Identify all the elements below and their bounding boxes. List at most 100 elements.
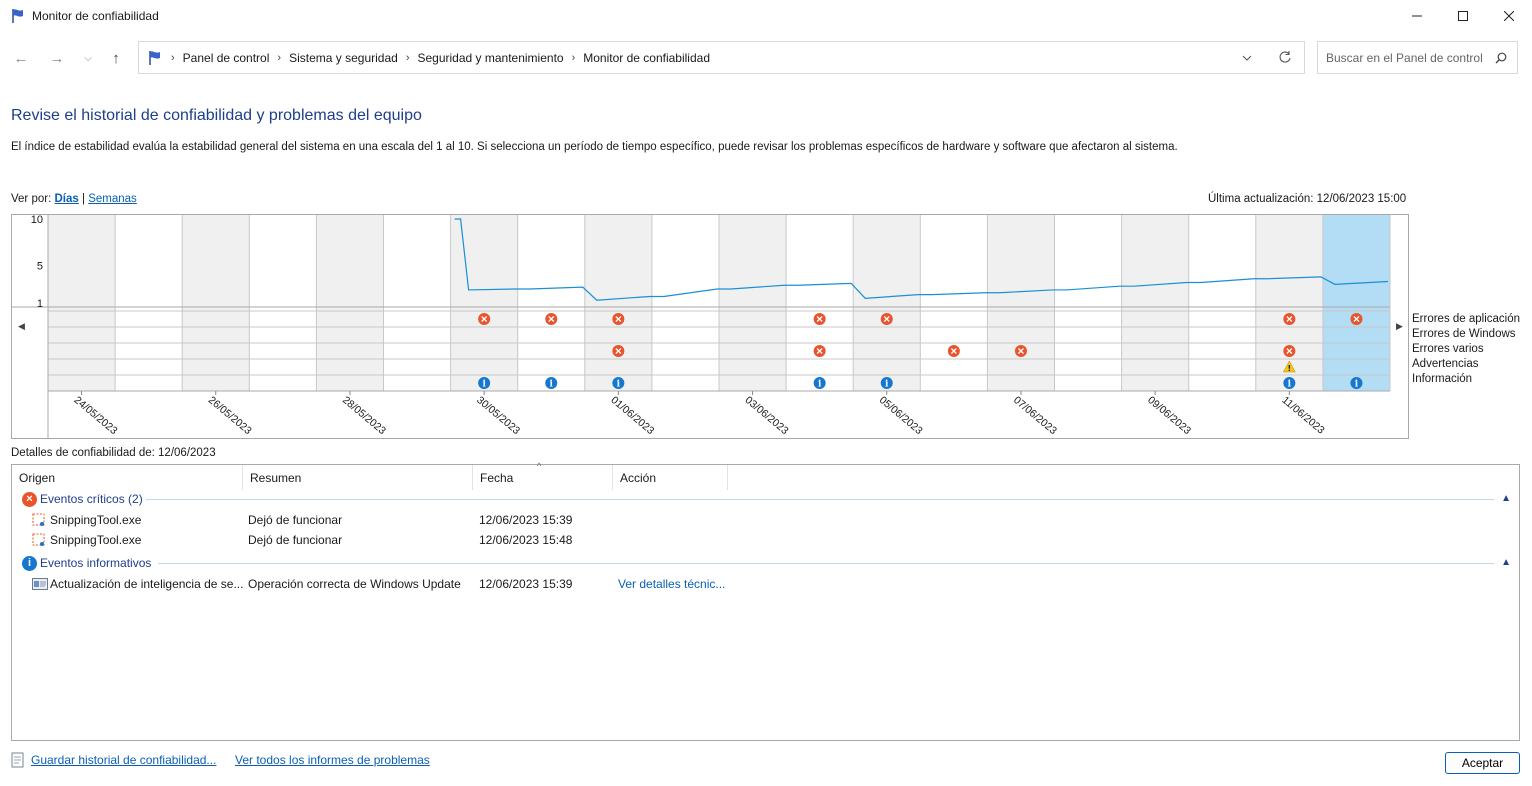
info-mark: i	[818, 380, 822, 390]
minimize-icon	[1412, 15, 1422, 16]
day-column	[48, 215, 116, 391]
breadcrumb-control-panel[interactable]: Panel de control	[183, 51, 270, 65]
scroll-left-icon[interactable]: ◀	[18, 322, 25, 332]
x-tick-label: 11/06/2023	[1279, 394, 1326, 437]
group-informative-title: Eventos informativos	[40, 556, 152, 570]
breadcrumb-security-maintenance[interactable]: Seguridad y mantenimiento	[417, 51, 563, 65]
maximize-icon	[1458, 10, 1468, 21]
view-by-label: Ver por:	[11, 193, 52, 205]
info-mark: i	[617, 380, 621, 390]
breadcrumb-separator[interactable]: ›	[572, 52, 576, 64]
day-column	[249, 215, 317, 391]
snipping-tool-icon	[32, 513, 47, 531]
page-heading: Revise el historial de confiabilidad y p…	[11, 107, 422, 124]
day-column	[719, 215, 787, 391]
day-column	[316, 215, 384, 391]
day-column	[450, 215, 518, 391]
x-tick-label: 26/05/2023	[206, 394, 254, 437]
legend-information: Información	[1412, 373, 1473, 385]
view-days-link[interactable]: Días	[54, 193, 78, 205]
forward-button[interactable]: →	[45, 46, 69, 70]
legend-windows-errors: Errores de Windows	[1412, 328, 1516, 340]
breadcrumb-separator[interactable]: ›	[406, 52, 410, 64]
close-icon	[1504, 10, 1514, 21]
x-tick-label: 05/06/2023	[877, 394, 925, 437]
maximize-button[interactable]	[1440, 0, 1486, 31]
ok-button[interactable]: Aceptar	[1445, 752, 1520, 774]
snipping-tool-icon	[32, 533, 47, 551]
windows-update-icon	[32, 577, 48, 594]
day-column	[383, 215, 451, 391]
collapse-informative-button[interactable]: ▲	[1501, 557, 1511, 568]
arrow-left-icon: ←	[13, 49, 29, 67]
search-input[interactable]	[1326, 50, 1486, 65]
refresh-icon	[1279, 51, 1291, 63]
day-column	[1054, 215, 1122, 391]
row-date: 12/06/2023 15:39	[479, 513, 573, 527]
row-origin: SnippingTool.exe	[50, 533, 142, 547]
reliability-chart[interactable]: 10 5 1 ◀ ▶! i i i i i i i 24/05/2023 26/05/2023 28/05/…	[11, 214, 1409, 439]
search-box[interactable]	[1317, 41, 1518, 74]
info-mark: i	[482, 380, 486, 390]
column-action[interactable]: Acción	[613, 465, 728, 490]
x-tick-label: 30/05/2023	[474, 394, 522, 437]
group-informative-events[interactable]: i Eventos informativos	[22, 553, 151, 573]
breadcrumb-reliability-monitor[interactable]: Monitor de confiabilidad	[583, 51, 710, 65]
row-origin: Actualización de inteligencia de se...	[50, 577, 244, 591]
group-critical-title: Eventos críticos (2)	[40, 492, 143, 506]
info-mark: i	[1288, 380, 1292, 390]
arrow-up-icon: ↑	[112, 49, 120, 67]
view-technical-details-link[interactable]: Ver detalles técnic...	[618, 577, 725, 591]
reliability-flag-icon	[12, 8, 23, 23]
breadcrumb-separator: ›	[171, 51, 175, 64]
navigation-bar: ← → ⌵ ↑ › Panel de control › Sistema y s…	[0, 36, 1532, 80]
view-all-reports-link[interactable]: Ver todos los informes de problemas	[235, 753, 430, 767]
chevron-down-icon	[1242, 55, 1252, 61]
address-bar[interactable]: › Panel de control › Sistema y seguridad…	[138, 41, 1305, 74]
day-column	[1322, 215, 1390, 391]
column-summary[interactable]: Resumen	[243, 465, 473, 490]
chevron-down-icon: ⌵	[84, 52, 92, 64]
collapse-critical-button[interactable]: ▲	[1501, 493, 1511, 504]
legend-misc-errors: Errores varios	[1412, 343, 1484, 355]
back-button[interactable]: ←	[9, 46, 33, 70]
up-button[interactable]: ↑	[104, 46, 128, 70]
search-icon[interactable]	[1495, 52, 1507, 67]
info-mark: i	[1355, 380, 1359, 390]
y-tick-label: 10	[31, 215, 43, 226]
sort-ascending-icon: ^	[537, 461, 542, 471]
table-row[interactable]: SnippingTool.exe Dejó de funcionar 12/06…	[12, 510, 1519, 530]
view-weeks-link[interactable]: Semanas	[88, 193, 137, 205]
column-origin[interactable]: Origen	[12, 465, 243, 490]
save-history-link[interactable]: Guardar historial de confiabilidad...	[31, 753, 216, 767]
row-summary: Operación correcta de Windows Update	[248, 577, 461, 591]
arrow-right-icon: →	[49, 49, 65, 67]
recent-locations-button[interactable]: ⌵	[76, 46, 100, 70]
day-column	[1121, 215, 1189, 391]
close-button[interactable]	[1486, 0, 1532, 31]
row-origin: SnippingTool.exe	[50, 513, 142, 527]
group-divider	[158, 563, 1494, 564]
table-row[interactable]: SnippingTool.exe Dejó de funcionar 12/06…	[12, 530, 1519, 550]
info-icon: i	[22, 555, 37, 571]
day-column	[651, 215, 719, 391]
save-history-icon	[11, 752, 24, 768]
breadcrumb-separator[interactable]: ›	[277, 52, 281, 64]
breadcrumb-system-security[interactable]: Sistema y seguridad	[289, 51, 398, 65]
refresh-button[interactable]	[1278, 50, 1292, 67]
warning-mark: !	[1288, 364, 1292, 373]
table-row[interactable]: Actualización de inteligencia de se... O…	[12, 574, 1519, 594]
error-icon: ×	[22, 491, 37, 507]
row-summary: Dejó de funcionar	[248, 513, 343, 527]
title-bar: Monitor de confiabilidad	[0, 0, 1532, 31]
scroll-right-icon[interactable]: ▶	[1396, 322, 1403, 332]
window-title: Monitor de confiabilidad	[32, 8, 159, 23]
x-tick-label: 24/05/2023	[72, 394, 120, 437]
reliability-chart-svg[interactable]: 10 5 1 ◀ ▶! i i i i i i i 24/05/2023 26/05/2023 28/05/…	[12, 215, 1409, 439]
column-date[interactable]: Fecha ^	[473, 461, 613, 490]
info-mark: i	[550, 380, 554, 390]
address-dropdown-button[interactable]	[1242, 52, 1252, 66]
minimize-button[interactable]	[1394, 0, 1440, 31]
group-critical-events[interactable]: × Eventos críticos (2)	[22, 489, 143, 509]
day-column	[987, 215, 1055, 391]
